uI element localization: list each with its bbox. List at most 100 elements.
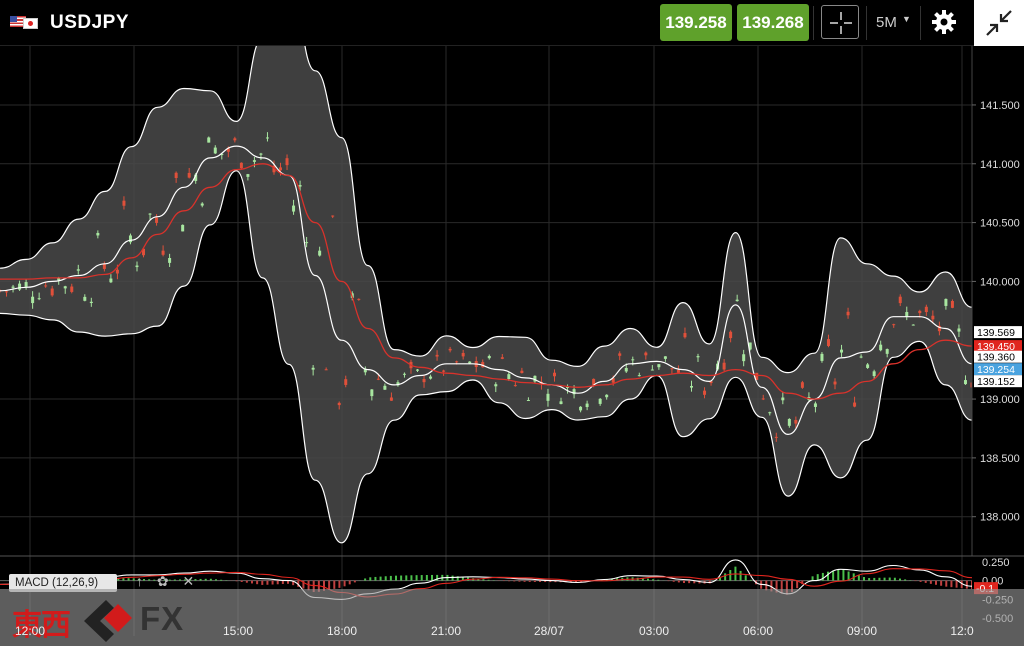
candle-body [455,361,459,363]
candle-body [128,235,132,243]
price-tag-label-middle: 139.360 [977,352,1015,364]
candle-body [89,301,93,304]
candle-body [422,379,426,383]
candle-body [279,167,283,171]
candle-body [742,354,746,362]
buy-price-button[interactable]: 139.268 [737,4,809,41]
symbol-title[interactable]: USDJPY [50,12,129,34]
settings-button[interactable] [930,8,962,38]
candle-body [389,397,393,401]
candle-body [507,374,511,380]
candle-body [207,137,211,143]
candle-body [729,331,733,339]
candle-body [122,200,126,206]
candle-body [24,282,28,287]
top-toolbar: USDJPY 139.258 139.268 5M ▼ [0,0,1024,46]
candle-body [853,402,857,407]
candle-body [585,403,589,408]
candle-body [168,257,172,263]
candle-body [631,359,635,361]
candle-body [794,419,798,424]
toolbar-divider [813,6,814,40]
candle-body [657,364,661,368]
candle-body [676,369,680,373]
candle-body [187,172,191,178]
gear-icon [932,10,956,34]
candle-body [435,354,439,357]
candle-body [468,361,472,364]
chevron-down-icon[interactable]: ▼ [902,14,911,24]
price-tag-label-current: 139.254 [977,364,1015,376]
candle-body [866,364,870,368]
candle-body [670,368,674,370]
price-tick-label: 140.500 [980,218,1020,230]
candle-body [774,436,778,438]
candle-body [11,286,15,288]
candle-body [324,369,328,371]
macd-tick-label: 0.250 [982,557,1010,569]
candle-body [429,376,433,379]
gear-icon[interactable]: ✿ [157,573,169,589]
candle-body [520,370,524,374]
candle-body [63,286,67,289]
candle-body [161,250,165,255]
candle-body [820,353,824,361]
candle-body [598,398,602,404]
candle-body [448,348,452,351]
candle-body [918,310,922,314]
candle-body [605,394,609,398]
candle-body [500,357,504,359]
candle-body [689,385,693,388]
candle-body [924,306,928,313]
candle-body [181,224,185,232]
candle-body [859,356,863,358]
toolbar-divider [866,6,867,40]
candle-body [305,242,309,244]
candle-body [44,285,48,287]
candle-body [963,380,967,385]
price-tick-label: 140.000 [980,276,1020,288]
candle-body [259,153,263,155]
candle-body [311,367,315,370]
bollinger-band-fill [0,46,972,543]
price-tick-label: 138.000 [980,512,1020,524]
arrow-up-icon[interactable]: ↑ [136,573,143,589]
candle-body [735,299,739,302]
collapse-button[interactable] [974,0,1024,46]
price-chart[interactable]: 141.500 141.000 140.500 140.000 139.000 138.5… [0,46,1024,646]
candle-body [703,390,707,395]
candle-body [840,349,844,353]
time-label: 28/07 [533,624,565,638]
candle-body [950,301,954,308]
price-tag-label-lower: 139.152 [977,376,1015,388]
time-label: 15:00 [222,624,254,638]
close-icon[interactable]: ✕ [183,573,195,589]
candle-body [102,264,106,269]
candle-body [826,339,830,346]
candle-body [487,355,491,359]
candle-body [559,401,563,405]
candle-body [96,232,100,236]
price-tick-label: 141.000 [980,159,1020,171]
candle-body [318,250,322,256]
japan-flag-icon [23,18,38,29]
candle-body [18,283,22,290]
candle-body [911,324,915,326]
candle-body [892,324,896,326]
candle-body [213,147,217,154]
candle-body [696,356,700,358]
timeframe-selector[interactable]: 5M [876,14,897,31]
candle-body [76,269,80,271]
sell-price-button[interactable]: 139.258 [660,4,732,41]
candle-body [618,353,622,356]
time-label: 18:00 [326,624,358,638]
candle-body [879,344,883,351]
price-tag-label-upper: 139.569 [977,327,1015,339]
price-tick-label: 139.000 [980,394,1020,406]
candle-body [442,370,446,372]
crosshair-button[interactable] [821,5,859,39]
time-label: 12:0 [950,624,974,638]
candle-body [546,393,550,401]
candle-body [109,278,113,283]
candle-body [200,203,204,206]
